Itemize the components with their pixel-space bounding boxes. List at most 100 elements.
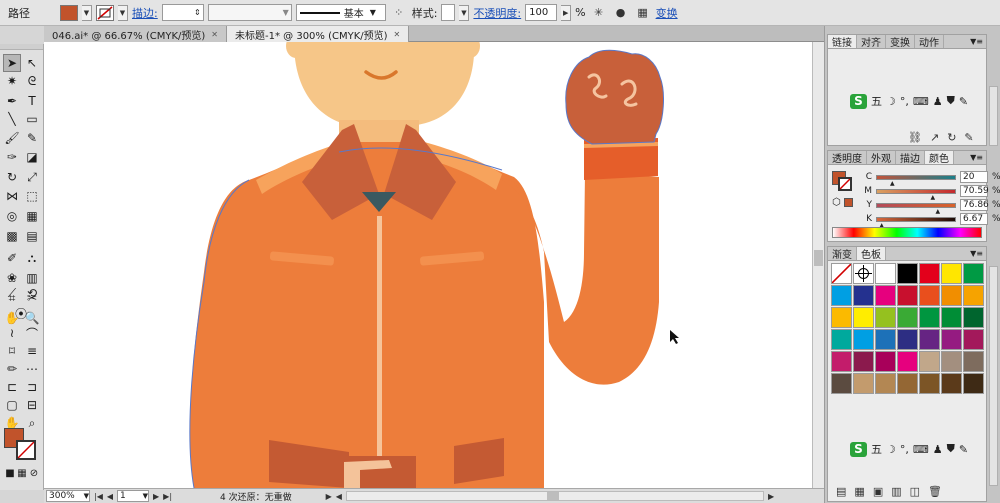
zoom-in-tool-icon[interactable]: ⌕: [23, 414, 41, 432]
panel-tab[interactable]: 动作: [915, 35, 944, 49]
recolor-artwork-icon[interactable]: ✳: [590, 4, 608, 22]
cube-gamut-icon[interactable]: ⬡: [832, 197, 841, 208]
status-menu-icon[interactable]: ▶: [326, 492, 332, 501]
canvas-horizontal-scrollbar[interactable]: [345, 491, 764, 501]
transform-panel-link[interactable]: 变换: [656, 5, 678, 21]
gradient-tool-icon[interactable]: ▤: [23, 227, 41, 245]
color-swatch[interactable]: [875, 351, 896, 372]
panel-tab[interactable]: 色板: [857, 247, 886, 261]
opacity-field[interactable]: 100: [525, 4, 558, 21]
selection-tool-icon[interactable]: ➤: [3, 54, 21, 72]
trim-tool-icon[interactable]: ⊐: [23, 378, 41, 396]
color-swatch[interactable]: [919, 307, 940, 328]
print-tiling-tool-icon[interactable]: ▢: [3, 396, 21, 414]
first-artboard-icon[interactable]: |◀: [94, 492, 103, 501]
color-swatch[interactable]: [875, 307, 896, 328]
color-swatch[interactable]: [831, 307, 852, 328]
channel-value-field[interactable]: 76.86: [960, 199, 989, 211]
color-swatch[interactable]: [919, 285, 940, 306]
color-swatch[interactable]: [919, 329, 940, 350]
cmyk-slider-m[interactable]: M ▲ 70.59%: [864, 185, 1000, 201]
width-tool-icon[interactable]: ⋈: [3, 187, 21, 205]
align-options-icon[interactable]: ▦: [634, 4, 652, 22]
opacity-panel-link[interactable]: 不透明度:: [473, 5, 521, 21]
curvature-tool-icon[interactable]: ⟲: [23, 284, 41, 302]
channel-value-field[interactable]: 6.67: [960, 213, 988, 225]
panel-tab[interactable]: 变换: [886, 35, 915, 49]
color-swatch[interactable]: [853, 307, 874, 328]
type-tool-icon[interactable]: T: [23, 92, 41, 110]
next-artboard-icon[interactable]: ▶: [153, 492, 159, 501]
color-swatch[interactable]: [853, 351, 874, 372]
color-mode-icon[interactable]: ■: [4, 464, 16, 482]
scrollbar-thumb[interactable]: [814, 250, 823, 266]
lasso-tool-icon[interactable]: ᘓ: [23, 72, 41, 90]
arc-tool-icon[interactable]: ⌒: [23, 324, 41, 342]
stroke-panel-link[interactable]: 描边:: [132, 5, 158, 21]
zoom-field[interactable]: 300% ▼: [46, 490, 90, 502]
rectangle-tool-icon[interactable]: ▭: [23, 110, 41, 128]
swatch-library-icon[interactable]: ▤: [836, 485, 846, 498]
brush-tool-icon[interactable]: ✏: [3, 360, 21, 378]
gradient-mode-icon[interactable]: ▦: [16, 464, 28, 482]
color-swatch[interactable]: [919, 373, 940, 394]
direct-selection-tool-icon[interactable]: ↖: [23, 54, 41, 72]
color-swatch[interactable]: [963, 263, 984, 284]
color-swatch[interactable]: [941, 373, 962, 394]
panel-scrollbar[interactable]: [989, 86, 998, 146]
cmyk-slider-k[interactable]: K ▲ 6.67%: [864, 213, 1000, 229]
free-transform-tool-icon[interactable]: ⬚: [23, 187, 41, 205]
panel-scrollbar[interactable]: [989, 266, 998, 486]
slider-track[interactable]: ▲: [876, 188, 956, 201]
edit-original-icon[interactable]: ✎: [964, 131, 973, 144]
tab-untitled-1[interactable]: 未标题-1* @ 300% (CMYK/预览) ✕: [227, 26, 410, 42]
join-tool-icon[interactable]: ⊏: [3, 378, 21, 396]
show-kinds-icon[interactable]: ▦: [854, 485, 864, 498]
color-swatch[interactable]: [963, 329, 984, 350]
color-swatch[interactable]: [963, 351, 984, 372]
cmyk-slider-y[interactable]: Y ▲ 76.86%: [864, 199, 1000, 215]
artboard-number-field[interactable]: 1 ▼: [117, 490, 150, 502]
zigzag-tool-icon[interactable]: ≀: [3, 324, 21, 342]
artboard-canvas[interactable]: [44, 42, 812, 488]
tools-panel-grip[interactable]: [0, 44, 43, 50]
swatch-options-icon[interactable]: ▣: [873, 485, 883, 498]
color-swatch[interactable]: [897, 263, 918, 284]
brush-options-icon[interactable]: ⁘: [390, 4, 408, 22]
last-color-swatch[interactable]: [844, 198, 853, 207]
color-swatch[interactable]: [831, 351, 852, 372]
close-icon[interactable]: ✕: [211, 30, 218, 39]
stroke-dropdown[interactable]: ▼: [118, 4, 128, 21]
opacity-dropdown[interactable]: ▶: [561, 4, 572, 21]
none-swatch[interactable]: [831, 263, 852, 284]
perspective-grid-tool-icon[interactable]: ▦: [23, 207, 41, 225]
ime-toolbar[interactable]: S 五 ☽ °, ⌨ ♟ ⛊ ✎: [850, 441, 968, 457]
fill-dropdown[interactable]: ▼: [82, 4, 92, 21]
tools-stroke-swatch[interactable]: [16, 440, 36, 460]
pen-tool-icon[interactable]: ✒: [3, 92, 21, 110]
stroke-weight-field[interactable]: ⇕: [161, 4, 204, 21]
crop-tool-icon[interactable]: ⌑: [3, 342, 21, 360]
previous-artboard-icon[interactable]: ◀: [107, 492, 113, 501]
slider-track[interactable]: ▲: [876, 174, 956, 187]
color-swatch[interactable]: [853, 373, 874, 394]
shape-builder-tool-icon[interactable]: ◎: [3, 207, 21, 225]
pencil-tool-icon[interactable]: ✎: [23, 129, 41, 147]
mesh-tool-icon[interactable]: ▩: [3, 227, 21, 245]
color-swatch[interactable]: [963, 373, 984, 394]
color-swatch[interactable]: [963, 285, 984, 306]
delete-swatch-icon[interactable]: 🗑: [928, 485, 942, 498]
relink-icon[interactable]: ⛓: [908, 131, 922, 144]
cmyk-slider-c[interactable]: C ▲ 20%: [864, 171, 1000, 187]
color-swatch[interactable]: [941, 351, 962, 372]
eyedropper-tool-icon[interactable]: ✐: [3, 249, 21, 267]
color-swatch[interactable]: [941, 329, 962, 350]
line-segment-tools-icon[interactable]: ⟋: [3, 284, 21, 302]
close-icon[interactable]: ✕: [394, 30, 401, 39]
document-setup-icon[interactable]: ●: [612, 4, 630, 22]
panel-menu-icon[interactable]: ▼≡: [970, 247, 986, 260]
color-swatch[interactable]: [897, 307, 918, 328]
rotate-tool-icon[interactable]: ↻: [3, 168, 21, 186]
eraser-tool-icon[interactable]: ◪: [23, 148, 41, 166]
hscroll-right-icon[interactable]: ▶: [768, 492, 774, 501]
